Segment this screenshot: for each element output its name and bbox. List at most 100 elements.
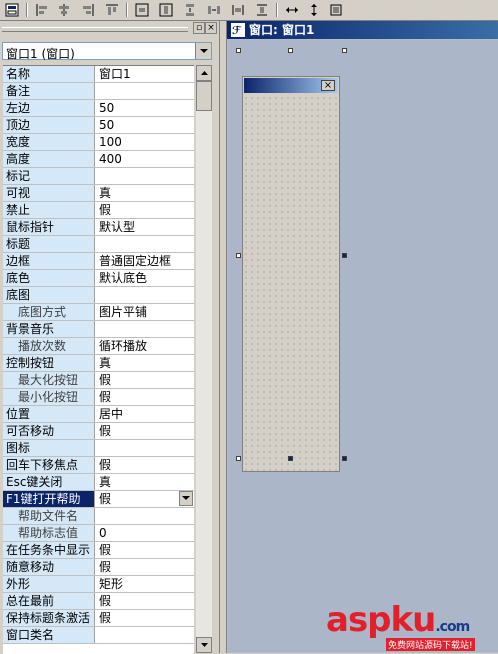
property-value[interactable]: 假 [96, 372, 194, 388]
property-value[interactable] [96, 287, 194, 303]
design-surface[interactable]: × [228, 40, 498, 652]
property-row[interactable]: 位置 居中 [3, 406, 194, 423]
property-value[interactable]: 100 [96, 134, 194, 150]
property-row[interactable]: 可视真 [3, 185, 194, 202]
property-row[interactable]: 随意移动假 [3, 559, 194, 576]
property-value[interactable]: 50 [96, 100, 194, 116]
property-value[interactable] [96, 508, 194, 524]
chevron-down-icon[interactable] [195, 43, 211, 59]
property-value[interactable] [96, 236, 194, 252]
property-row[interactable]: 底图 [3, 287, 194, 304]
center-horizontal-icon[interactable] [134, 2, 150, 17]
both-resize-icon[interactable] [328, 2, 344, 17]
property-row[interactable]: 顶边 50 [3, 117, 194, 134]
property-row[interactable]: 可否移动假 [3, 423, 194, 440]
property-value[interactable]: 假 [96, 202, 194, 218]
property-row[interactable]: Esc键关闭真 [3, 474, 194, 491]
property-value[interactable]: 假 [96, 389, 194, 405]
property-row[interactable]: 标记 [3, 168, 194, 185]
property-row[interactable]: 保持标题条激活假 [3, 610, 194, 627]
property-value[interactable]: 50 [96, 117, 194, 133]
property-row[interactable]: F1键打开帮助假 [3, 491, 194, 508]
same-height-icon[interactable] [254, 2, 270, 17]
align-left-icon[interactable] [34, 2, 50, 17]
width-resize-icon[interactable] [284, 2, 300, 17]
align-center-icon[interactable] [56, 2, 72, 17]
property-value[interactable]: 默认型 [96, 219, 194, 235]
property-row[interactable]: 窗口类名 [3, 627, 194, 644]
property-row[interactable]: 高度 400 [3, 151, 194, 168]
resize-handle[interactable] [288, 48, 293, 53]
property-value[interactable]: 普通固定边框 [96, 253, 194, 269]
property-value[interactable]: 假 [96, 457, 194, 473]
property-value[interactable]: 400 [96, 151, 194, 167]
property-row[interactable]: 鼠标指针 默认型 [3, 219, 194, 236]
property-row[interactable]: 总在最前假 [3, 593, 194, 610]
resize-handle[interactable] [342, 48, 347, 53]
close-icon[interactable]: × [205, 22, 217, 34]
resize-handle[interactable] [236, 456, 241, 461]
property-value[interactable] [96, 83, 194, 99]
chevron-down-icon[interactable] [179, 491, 193, 506]
property-value[interactable]: 默认底色 [96, 270, 194, 286]
form-icon[interactable] [4, 2, 20, 17]
property-value[interactable]: 图片平铺 [96, 304, 194, 320]
resize-handle[interactable] [236, 48, 241, 53]
property-row[interactable]: 图标 [3, 440, 194, 457]
property-value[interactable] [96, 321, 194, 337]
property-value[interactable]: 真 [96, 185, 194, 201]
property-value[interactable]: 循环播放 [96, 338, 194, 354]
scroll-thumb[interactable] [196, 81, 212, 111]
property-row[interactable]: 外形 矩形 [3, 576, 194, 593]
property-row[interactable]: 背景音乐 [3, 321, 194, 338]
space-horizontal-icon[interactable] [206, 2, 222, 17]
property-row[interactable]: 在任务条中显示假 [3, 542, 194, 559]
pin-icon[interactable]: ▫ [193, 22, 205, 34]
resize-handle[interactable] [342, 253, 347, 258]
property-value[interactable]: 假 [96, 542, 194, 558]
property-row[interactable]: 底色 默认底色 [3, 270, 194, 287]
property-value[interactable] [96, 168, 194, 184]
property-row[interactable]: 标题 [3, 236, 194, 253]
property-value[interactable]: 真 [96, 355, 194, 371]
property-value[interactable]: 0 [96, 525, 194, 541]
property-value[interactable]: 居中 [96, 406, 194, 422]
property-row[interactable]: 名称 窗口1 [3, 66, 194, 83]
property-value[interactable]: 真 [96, 474, 194, 490]
property-row[interactable]: 帮助标志值 0 [3, 525, 194, 542]
property-row[interactable]: 边框 普通固定边框 [3, 253, 194, 270]
property-value[interactable]: 假 [96, 610, 194, 626]
panel-grip[interactable] [2, 27, 188, 32]
object-selector[interactable]: 窗口1 (窗口) [2, 42, 212, 61]
center-vertical-icon[interactable] [158, 2, 174, 17]
property-row[interactable]: 播放次数 循环播放 [3, 338, 194, 355]
resize-handle[interactable] [236, 253, 241, 258]
property-value[interactable]: 假 [96, 423, 194, 439]
resize-handle[interactable] [288, 456, 293, 461]
scroll-down-icon[interactable] [196, 637, 212, 653]
align-right-icon[interactable] [80, 2, 96, 17]
property-value[interactable] [96, 440, 194, 456]
same-width-icon[interactable] [230, 2, 246, 17]
property-value[interactable]: 矩形 [96, 576, 194, 592]
property-row[interactable]: 左边 50 [3, 100, 194, 117]
resize-handle[interactable] [342, 456, 347, 461]
space-vertical-icon[interactable] [182, 2, 198, 17]
property-row[interactable]: 回车下移焦点假 [3, 457, 194, 474]
property-row[interactable]: 禁止假 [3, 202, 194, 219]
property-value[interactable]: 窗口1 [96, 66, 194, 82]
property-row[interactable]: 底图方式 图片平铺 [3, 304, 194, 321]
property-row[interactable]: 最小化按钮假 [3, 389, 194, 406]
property-row[interactable]: 最大化按钮假 [3, 372, 194, 389]
property-row[interactable]: 帮助文件名 [3, 508, 194, 525]
form-preview[interactable]: × [242, 76, 340, 472]
property-row[interactable]: 备注 [3, 83, 194, 100]
property-row[interactable]: 控制按钮真 [3, 355, 194, 372]
scroll-up-icon[interactable] [196, 65, 212, 81]
property-row[interactable]: 宽度 100 [3, 134, 194, 151]
property-value[interactable]: 假 [96, 559, 194, 575]
property-value[interactable] [96, 627, 194, 643]
form-close-button[interactable]: × [321, 80, 335, 91]
align-top-icon[interactable] [104, 2, 120, 17]
property-scrollbar[interactable] [196, 65, 212, 653]
